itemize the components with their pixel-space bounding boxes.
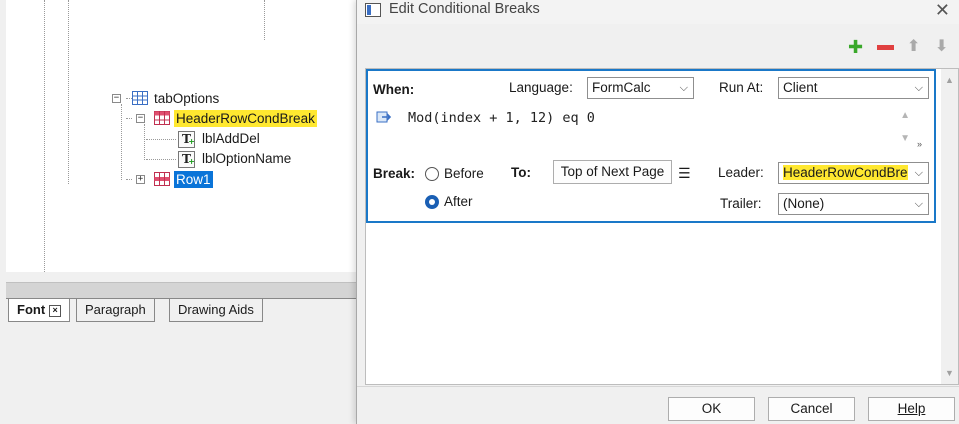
trailer-label: Trailer: xyxy=(720,196,762,211)
tree-guide-line xyxy=(144,124,145,160)
leader-value: HeaderRowCondBre xyxy=(783,165,908,180)
help-button-label: Help xyxy=(897,401,926,416)
break-label: Break: xyxy=(373,166,416,181)
dialog-title: Edit Conditional Breaks xyxy=(389,1,540,17)
leader-select[interactable]: HeaderRowCondBre ⌵ xyxy=(778,162,929,184)
expand-script-icon[interactable]: » xyxy=(917,139,922,149)
script-scroll-down-icon[interactable]: ▼ xyxy=(900,133,910,144)
table-row-icon xyxy=(154,172,170,186)
tree-guide-line xyxy=(126,118,132,119)
table-icon xyxy=(132,91,148,105)
dialog-titlebar: Edit Conditional Breaks ✕ xyxy=(357,0,959,24)
run-at-label: Run At: xyxy=(719,80,764,95)
tree-guide-line xyxy=(146,159,176,160)
conditional-break-item[interactable]: When: Language: FormCalc ⌵ Run At: Client… xyxy=(366,69,936,223)
chevron-down-icon: ⌵ xyxy=(679,81,688,94)
edit-conditional-breaks-dialog: Edit Conditional Breaks ✕ ✚ ⬆ ⬇ When: La… xyxy=(356,0,959,424)
table-row-icon xyxy=(154,111,170,125)
list-options-icon[interactable]: ☰ xyxy=(678,165,691,182)
close-icon[interactable]: ✕ xyxy=(935,0,950,21)
dialog-app-icon xyxy=(365,3,381,17)
chevron-down-icon: ⌵ xyxy=(914,197,923,210)
tree-item-taboptions[interactable]: tabOptions xyxy=(152,90,221,107)
tree-guide-line xyxy=(121,104,122,180)
script-text[interactable]: Mod(index + 1, 12) eq 0 xyxy=(408,110,595,126)
move-up-icon[interactable]: ⬆ xyxy=(907,38,920,56)
chevron-down-icon: ⌵ xyxy=(914,166,923,179)
tab-drawing-aids[interactable]: Drawing Aids xyxy=(169,299,263,322)
tree-guide-line xyxy=(126,179,132,180)
break-before-label: Before xyxy=(444,166,484,181)
footer-divider xyxy=(357,386,959,387)
tree-item-headerrowcondbreak[interactable]: HeaderRowCondBreak xyxy=(174,110,317,127)
expand-toggle[interactable]: + xyxy=(136,175,145,184)
collapse-toggle[interactable]: − xyxy=(112,94,121,103)
ok-button[interactable]: OK xyxy=(668,397,755,421)
close-icon[interactable]: × xyxy=(49,304,62,317)
trailer-value: (None) xyxy=(783,196,825,211)
tree-guide-line xyxy=(146,139,176,140)
trailer-select[interactable]: (None) ⌵ xyxy=(778,193,929,215)
language-select[interactable]: FormCalc ⌵ xyxy=(587,77,694,99)
text-field-icon: T + xyxy=(178,151,195,168)
language-value: FormCalc xyxy=(592,80,651,95)
language-label: Language: xyxy=(509,80,573,95)
tab-font[interactable]: Font × xyxy=(8,299,71,322)
scroll-down-icon[interactable]: ▼ xyxy=(945,368,954,378)
script-editor[interactable]: Mod(index + 1, 12) eq 0 ▲ ▼ » xyxy=(400,105,922,149)
cancel-button[interactable]: Cancel xyxy=(768,397,855,421)
tab-font-label: Font xyxy=(17,302,46,317)
conditional-breaks-list: When: Language: FormCalc ⌵ Run At: Client… xyxy=(365,68,959,385)
run-at-value: Client xyxy=(783,80,818,95)
tree-item-lbloptionname[interactable]: lblOptionName xyxy=(200,150,293,167)
script-scroll-up-icon[interactable]: ▲ xyxy=(900,110,910,121)
property-tabs: Font × Paragraph Drawing Aids xyxy=(6,298,356,326)
tree-item-row1[interactable]: Row1 xyxy=(174,171,213,188)
list-scrollbar[interactable]: ▲ ▼ xyxy=(941,69,958,384)
tree-item-lbladddel[interactable]: lblAddDel xyxy=(200,130,262,147)
to-label: To: xyxy=(511,165,531,180)
chevron-down-icon: ⌵ xyxy=(914,81,923,94)
scroll-up-icon[interactable]: ▲ xyxy=(945,75,954,85)
leader-label: Leader: xyxy=(718,165,764,180)
add-break-icon[interactable]: ✚ xyxy=(848,38,863,56)
to-target-button[interactable]: Top of Next Page xyxy=(553,160,672,184)
tabs-strip xyxy=(6,282,356,299)
tab-paragraph[interactable]: Paragraph xyxy=(76,299,155,322)
remove-break-icon[interactable] xyxy=(877,45,894,50)
run-at-select[interactable]: Client ⌵ xyxy=(778,77,929,99)
break-after-radio[interactable] xyxy=(425,195,439,209)
move-down-icon[interactable]: ⬇ xyxy=(935,38,948,56)
collapse-toggle[interactable]: − xyxy=(136,114,145,123)
help-button[interactable]: Help xyxy=(868,397,955,421)
text-field-icon: T + xyxy=(178,131,195,148)
tree-guide-line xyxy=(264,0,265,40)
break-after-label: After xyxy=(444,194,473,209)
hierarchy-tree: − tabOptions − HeaderRowCondBreak T + lbl… xyxy=(6,0,356,272)
script-editor-icon[interactable] xyxy=(376,109,393,126)
hierarchy-panel: − tabOptions − HeaderRowCondBreak T + lbl… xyxy=(0,0,356,424)
tree-guide-line xyxy=(44,0,45,272)
when-label: When: xyxy=(373,82,415,97)
tree-guide-line xyxy=(68,0,69,184)
break-before-radio[interactable] xyxy=(425,167,439,181)
